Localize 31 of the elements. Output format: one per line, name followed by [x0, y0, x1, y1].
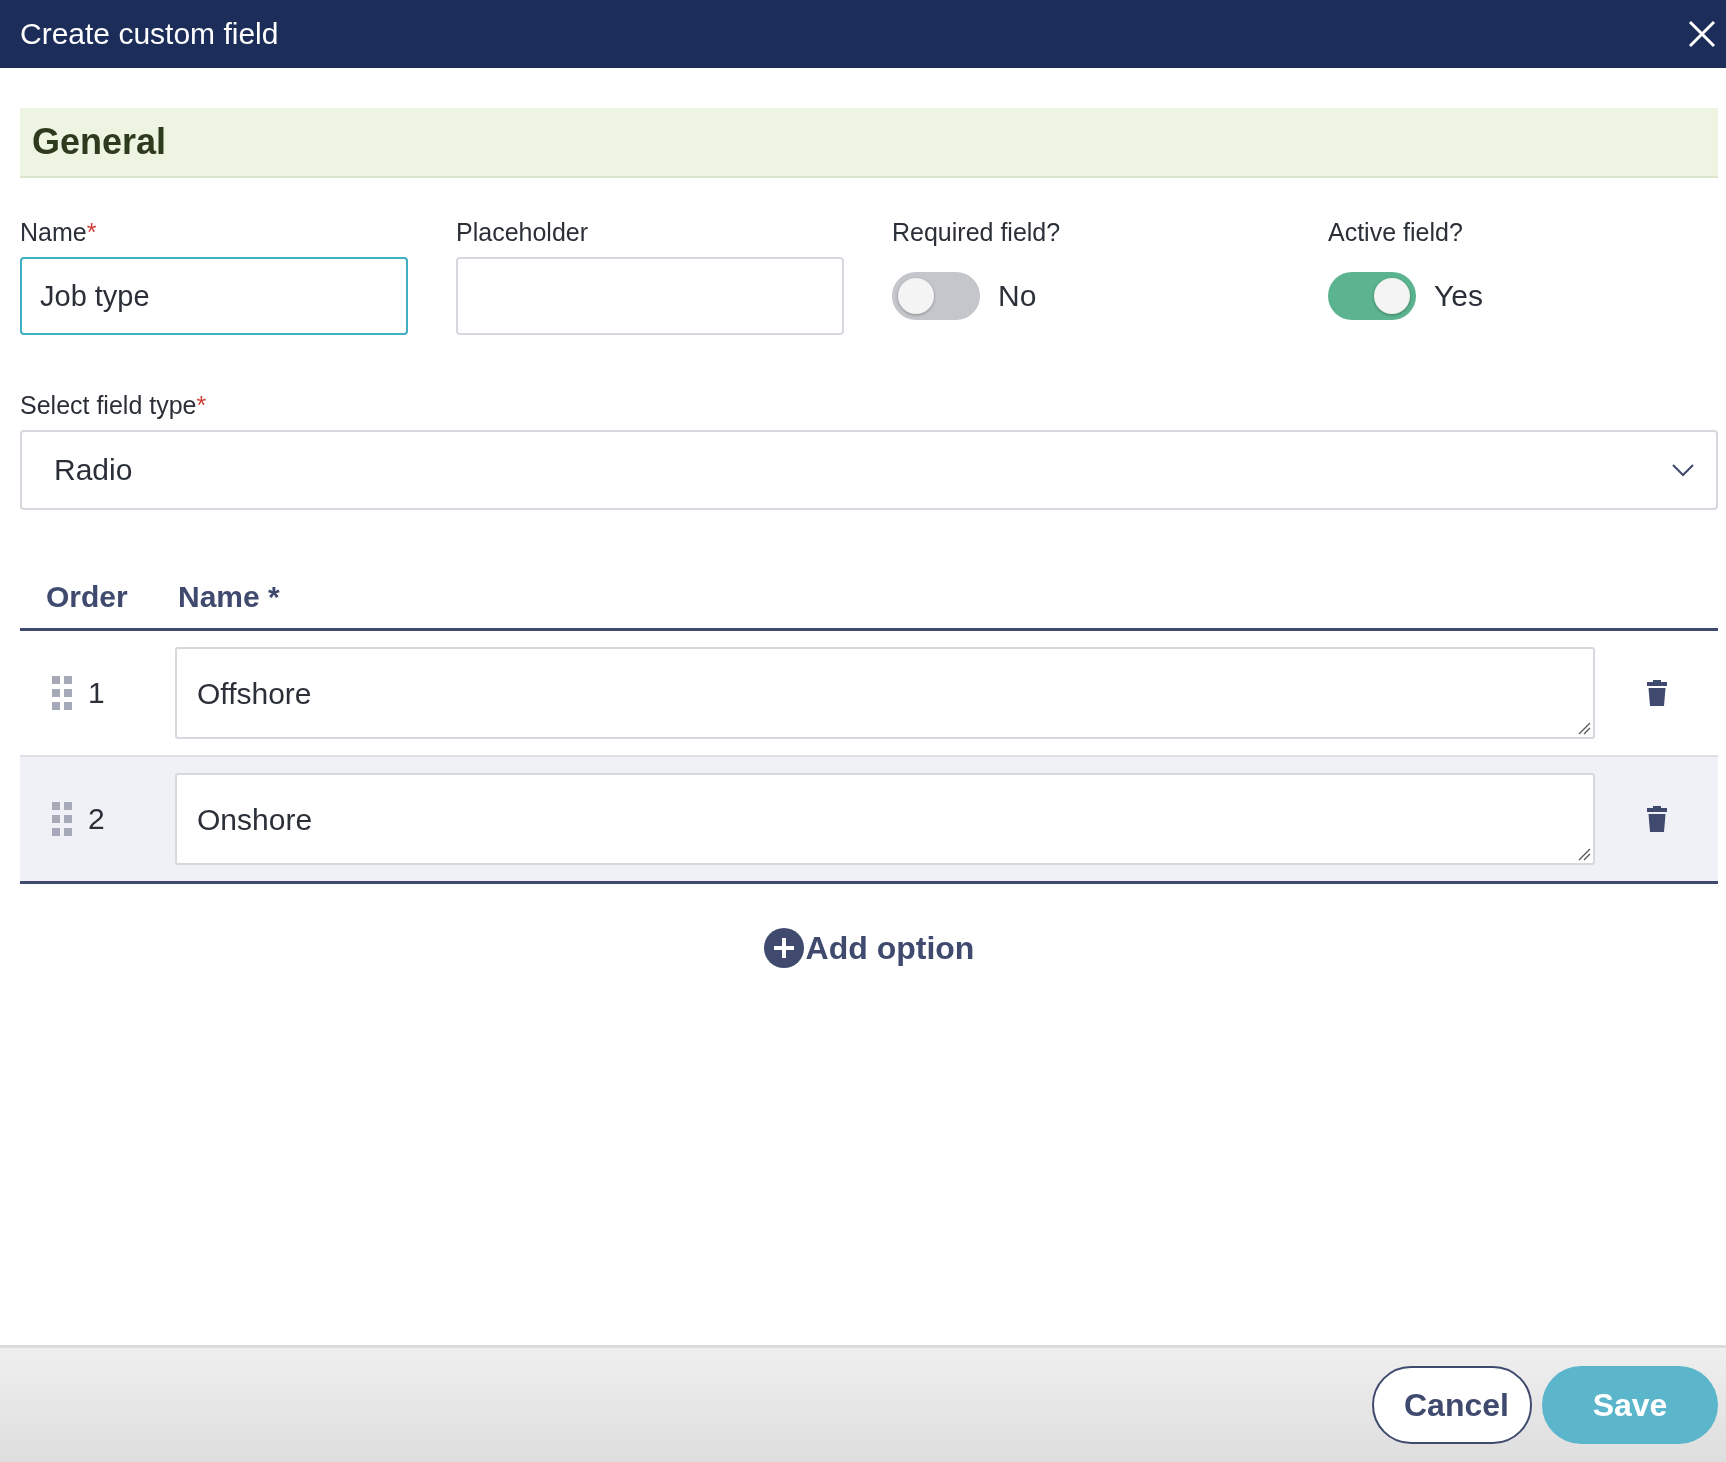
option-name-input[interactable]: Offshore: [175, 647, 1595, 739]
toggle-switch[interactable]: [1328, 272, 1416, 320]
resize-grip-icon[interactable]: [1577, 847, 1591, 861]
order-number: 1: [88, 676, 105, 710]
column-header: Name *: [178, 580, 280, 614]
text-input[interactable]: [456, 257, 844, 335]
toggle-switch[interactable]: [892, 272, 980, 320]
field-label: Required field?: [892, 218, 1062, 247]
plus-circle-icon: [763, 928, 804, 968]
trash-icon[interactable]: [1646, 680, 1667, 706]
drag-handle-icon[interactable]: [52, 802, 72, 836]
add-option-button[interactable]: Add option: [763, 928, 975, 968]
dialog-title: Create custom field: [20, 17, 279, 51]
field-label: Active field?: [1328, 218, 1464, 247]
column-header: Order: [46, 580, 129, 614]
text-input[interactable]: Job type: [20, 257, 408, 335]
field-type-select[interactable]: Radio: [20, 430, 1718, 510]
option-name-input[interactable]: Onshore: [175, 773, 1595, 865]
chevron-down-icon: [1672, 463, 1694, 477]
field-label: Name*: [20, 218, 98, 247]
trash-icon[interactable]: [1646, 806, 1667, 832]
drag-handle-icon[interactable]: [52, 676, 72, 710]
order-number: 2: [88, 802, 105, 836]
toggle-state-label: Yes: [1434, 279, 1483, 313]
field-label: Select field type*: [20, 391, 208, 420]
toggle-state-label: No: [998, 279, 1037, 313]
field-label: Placeholder: [456, 218, 590, 247]
section-heading: General: [20, 108, 1718, 178]
close-icon[interactable]: [1688, 20, 1716, 48]
resize-grip-icon[interactable]: [1577, 721, 1591, 735]
cancel-button[interactable]: Cancel: [1372, 1366, 1532, 1444]
